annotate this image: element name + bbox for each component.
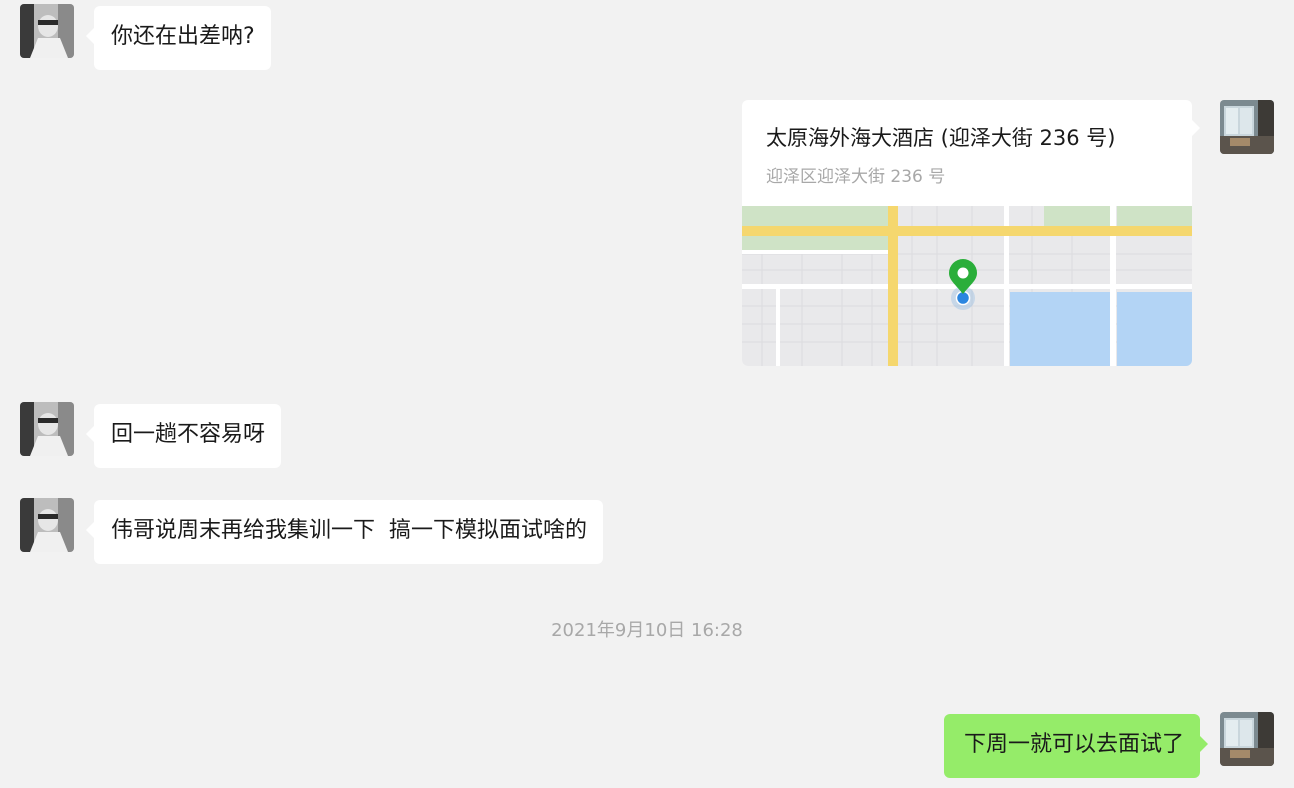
self-avatar[interactable] [1220,100,1274,154]
contact-avatar[interactable] [20,402,74,456]
chat-timestamp: 2021年9月10日 16:28 [551,620,743,641]
location-map-preview[interactable] [742,206,1192,366]
message-text: 回一趟不容易呀 [111,422,266,447]
contact-avatar[interactable] [20,4,74,58]
message-bubble-incoming[interactable]: 伟哥说周末再给我集训一下 搞一下模拟面试啥的 [86,500,603,564]
message-text: 伟哥说周末再给我集训一下 搞一下模拟面试啥的 [111,518,587,543]
self-avatar[interactable] [1220,712,1274,766]
message-bubble-incoming[interactable]: 你还在出差呐? [86,6,271,70]
message-text: 你还在出差呐? [111,24,255,49]
location-address: 迎泽区迎泽大街 236 号 [766,167,946,187]
contact-avatar[interactable] [20,498,74,552]
location-message-card[interactable]: 太原海外海大酒店 (迎泽大街 236 号) 迎泽区迎泽大街 236 号 [742,100,1192,366]
bubble-tail [1192,120,1200,136]
message-bubble-incoming[interactable]: 回一趟不容易呀 [85,404,282,468]
message-bubble-outgoing[interactable]: 下周一就可以去面试了 [943,714,1209,778]
message-text: 下周一就可以去面试了 [963,732,1184,757]
location-title: 太原海外海大酒店 (迎泽大街 236 号) [766,126,1116,150]
